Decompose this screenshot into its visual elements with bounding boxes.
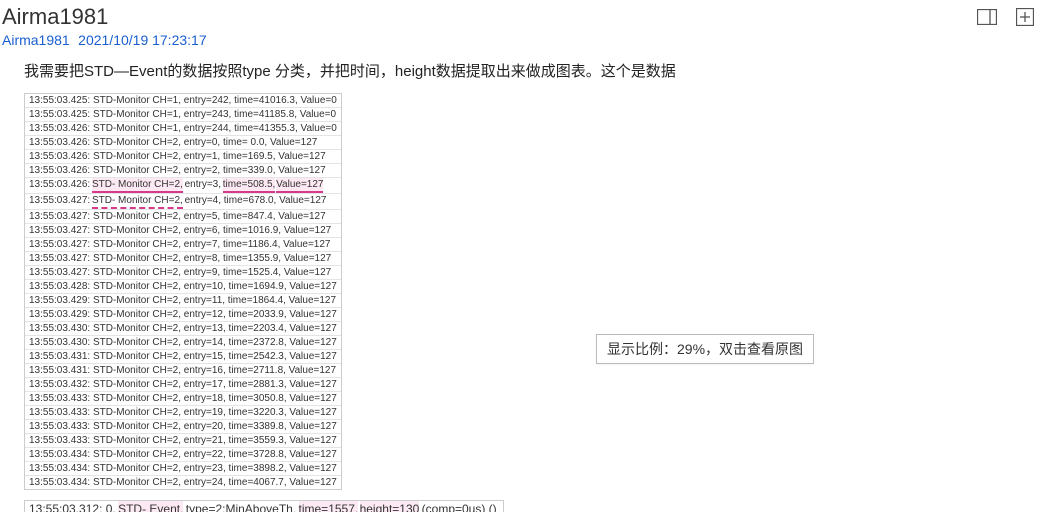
log-row: 13:55:03.427: STD-Monitor CH=2, entry=7,… (25, 238, 341, 252)
log-row: 13:55:03.425: STD-Monitor CH=1, entry=24… (25, 108, 341, 122)
log-row: 13:55:03.426: STD-Monitor CH=2, entry=1,… (25, 150, 341, 164)
event-log-block[interactable]: 13:55:03.312: 0. STD- Event, type=2:MinA… (24, 500, 504, 512)
monitor-log-block[interactable]: 13:55:03.425: STD-Monitor CH=1, entry=24… (24, 93, 342, 490)
log-row: 13:55:03.427: STD- Monitor CH=2, entry=4… (25, 194, 341, 210)
event-row: 13:55:03.312: 0. STD- Event, type=2:MinA… (25, 501, 503, 512)
log-row: 13:55:03.431: STD-Monitor CH=2, entry=16… (25, 364, 341, 378)
page-title: Airma1981 (2, 4, 108, 29)
log-row: 13:55:03.434: STD-Monitor CH=2, entry=23… (25, 462, 341, 476)
log-row: 13:55:03.425: STD-Monitor CH=1, entry=24… (25, 94, 341, 108)
log-row: 13:55:03.434: STD-Monitor CH=2, entry=22… (25, 448, 341, 462)
log-row: 13:55:03.434: STD-Monitor CH=2, entry=24… (25, 476, 341, 489)
author-link[interactable]: Airma1981 (2, 32, 70, 48)
log-row: 13:55:03.426: STD-Monitor CH=2, entry=0,… (25, 136, 341, 150)
log-row: 13:55:03.433: STD-Monitor CH=2, entry=21… (25, 434, 341, 448)
log-row: 13:55:03.428: STD-Monitor CH=2, entry=10… (25, 280, 341, 294)
log-row: 13:55:03.432: STD-Monitor CH=2, entry=17… (25, 378, 341, 392)
log-row: 13:55:03.433: STD-Monitor CH=2, entry=19… (25, 406, 341, 420)
log-row: 13:55:03.429: STD-Monitor CH=2, entry=11… (25, 294, 341, 308)
zoom-tooltip: 显示比例：29%，双击查看原图 (596, 334, 814, 364)
log-row: 13:55:03.433: STD-Monitor CH=2, entry=20… (25, 420, 341, 434)
question-text: 我需要把STD—Event的数据按照type 分类，并把时间，height数据提… (0, 56, 1046, 91)
log-row: 13:55:03.426: STD-Monitor CH=2, entry=2,… (25, 164, 341, 178)
log-row: 13:55:03.433: STD-Monitor CH=2, entry=18… (25, 392, 341, 406)
log-row: 13:55:03.430: STD-Monitor CH=2, entry=13… (25, 322, 341, 336)
log-row: 13:55:03.431: STD-Monitor CH=2, entry=15… (25, 350, 341, 364)
log-row: 13:55:03.429: STD-Monitor CH=2, entry=12… (25, 308, 341, 322)
window-icon[interactable] (976, 6, 998, 28)
log-row: 13:55:03.426: STD-Monitor CH=1, entry=24… (25, 122, 341, 136)
log-row: 13:55:03.427: STD-Monitor CH=2, entry=5,… (25, 210, 341, 224)
log-row: 13:55:03.427: STD-Monitor CH=2, entry=8,… (25, 252, 341, 266)
add-icon[interactable] (1014, 6, 1036, 28)
post-timestamp: 2021/10/19 17:23:17 (78, 32, 206, 48)
log-row: 13:55:03.426: STD- Monitor CH=2, entry=3… (25, 178, 341, 194)
log-row: 13:55:03.427: STD-Monitor CH=2, entry=6,… (25, 224, 341, 238)
log-row: 13:55:03.427: STD-Monitor CH=2, entry=9,… (25, 266, 341, 280)
log-row: 13:55:03.430: STD-Monitor CH=2, entry=14… (25, 336, 341, 350)
